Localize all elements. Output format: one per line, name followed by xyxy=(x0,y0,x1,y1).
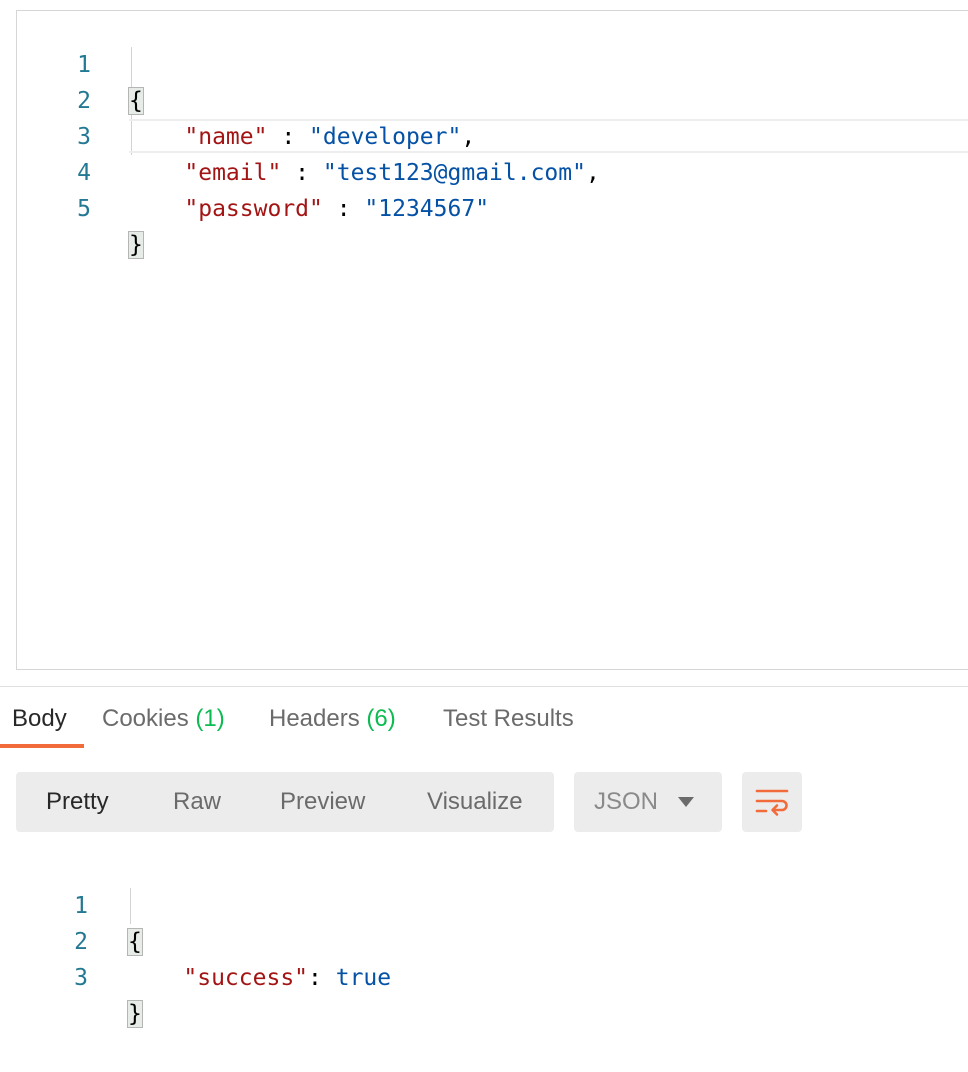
close-brace: } xyxy=(127,1000,143,1028)
code-line[interactable]: 4 "password" : "1234567" xyxy=(17,119,968,222)
tab-test-results[interactable]: Test Results xyxy=(443,696,574,748)
response-tabs: Body Cookies (1) Headers (6) Test Result… xyxy=(0,696,968,752)
code-line[interactable]: 3 "email" : "test123@gmail.com", xyxy=(17,83,968,186)
code-line[interactable]: 1 { xyxy=(17,11,968,115)
code-line: 3 } xyxy=(0,924,968,1028)
view-mode-pretty[interactable]: Pretty xyxy=(46,772,109,832)
pane-divider[interactable] xyxy=(0,686,968,687)
active-tab-indicator xyxy=(0,744,84,748)
response-body-viewer[interactable]: 1 { 2 "success": true 3 } xyxy=(0,852,968,1028)
code-line[interactable]: 5 } xyxy=(17,155,968,259)
tab-count-badge: (1) xyxy=(195,705,225,732)
wrap-lines-button[interactable] xyxy=(742,772,802,832)
line-number: 5 xyxy=(77,196,91,222)
chevron-down-icon xyxy=(678,797,694,807)
tab-label: Cookies xyxy=(102,705,189,732)
view-mode-preview[interactable]: Preview xyxy=(280,772,365,832)
wrap-lines-icon xyxy=(755,789,789,816)
tab-count-badge: (6) xyxy=(366,705,396,732)
tab-body[interactable]: Body xyxy=(12,696,67,748)
tab-cookies[interactable]: Cookies (1) xyxy=(102,696,225,748)
json-key: "password" xyxy=(184,196,323,222)
json-separator: : xyxy=(322,196,365,222)
json-value: true xyxy=(335,965,392,991)
format-select-value: JSON xyxy=(594,788,659,815)
line-number: 3 xyxy=(74,965,88,991)
code-line[interactable]: 2 "name" : "developer", xyxy=(17,47,968,150)
view-mode-visualize[interactable]: Visualize xyxy=(427,772,523,832)
tab-label: Test Results xyxy=(443,705,574,732)
close-brace: } xyxy=(128,231,144,259)
view-mode-raw[interactable]: Raw xyxy=(173,772,221,832)
view-mode-toggle: Pretty Raw Preview Visualize xyxy=(16,772,554,832)
tab-label: Body xyxy=(12,705,67,732)
format-select[interactable]: JSON xyxy=(574,772,722,832)
tab-headers[interactable]: Headers (6) xyxy=(269,696,396,748)
json-separator: : xyxy=(308,965,336,991)
json-key: "success" xyxy=(183,965,309,991)
tab-label: Headers xyxy=(269,705,360,732)
code-line: 1 { xyxy=(0,852,968,956)
code-line: 2 "success": true xyxy=(0,888,968,991)
json-value: "1234567" xyxy=(364,196,490,222)
request-body-editor[interactable]: 1 { 2 "name" : "developer", 3 "email" : … xyxy=(16,10,968,670)
